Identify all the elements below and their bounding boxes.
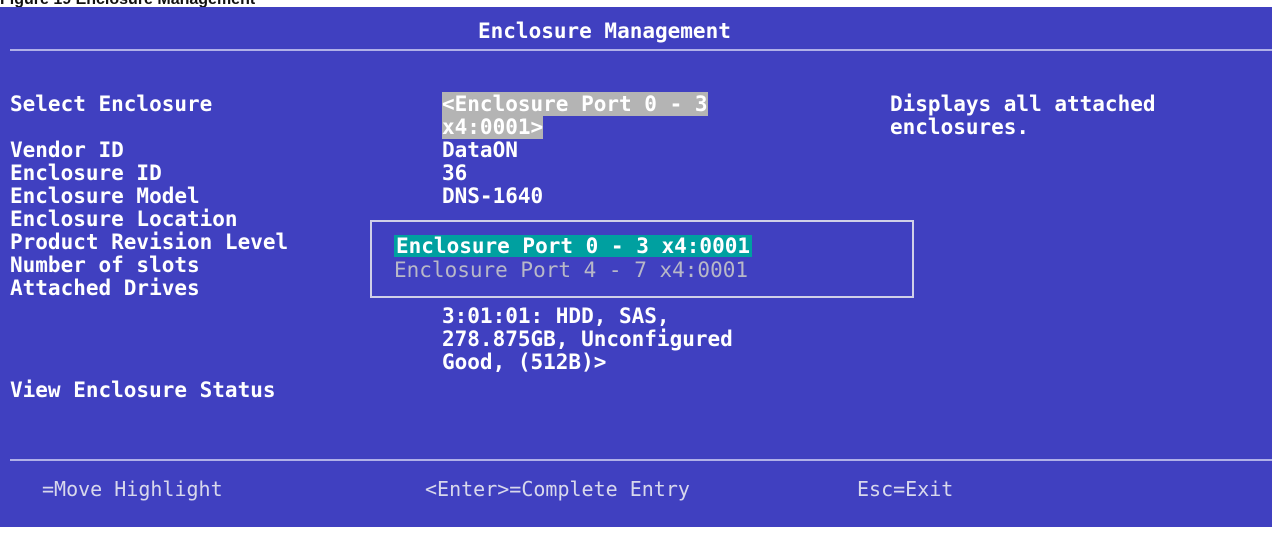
bios-screen: Enclosure Management Select Enclosure Ve… bbox=[0, 7, 1272, 527]
label-enclosure-location: Enclosure Location bbox=[10, 207, 238, 231]
popup-option-port-0-3[interactable]: Enclosure Port 0 - 3 x4:0001 bbox=[394, 235, 753, 257]
attached-drive-line1[interactable]: 3:01:01: HDD, SAS, bbox=[442, 305, 670, 327]
label-vendor-id: Vendor ID bbox=[10, 138, 124, 162]
vendor-id-value: DataON bbox=[442, 138, 518, 162]
footer-complete-entry: <Enter>=Complete Entry bbox=[425, 477, 690, 501]
popup-option-port-4-7[interactable]: Enclosure Port 4 - 7 x4:0001 bbox=[394, 259, 748, 281]
footer-exit: Esc=Exit bbox=[857, 477, 954, 501]
help-text-line1: Displays all attached bbox=[890, 92, 1156, 116]
bottom-divider bbox=[10, 459, 1272, 461]
attached-drive-line2[interactable]: 278.875GB, Unconfigured bbox=[442, 328, 733, 350]
label-enclosure-id: Enclosure ID bbox=[10, 161, 162, 185]
top-divider bbox=[10, 49, 1272, 51]
footer-move-highlight: =Move Highlight bbox=[42, 477, 223, 501]
label-number-of-slots: Number of slots bbox=[10, 253, 200, 277]
label-enclosure-model: Enclosure Model bbox=[10, 184, 200, 208]
label-select-enclosure[interactable]: Select Enclosure bbox=[10, 93, 212, 115]
enclosure-id-value: 36 bbox=[442, 161, 468, 185]
enclosure-model-value: DNS-1640 bbox=[442, 184, 544, 208]
label-attached-drives[interactable]: Attached Drives bbox=[10, 277, 200, 299]
help-text-line2: enclosures. bbox=[890, 115, 1030, 139]
attached-drive-line3[interactable]: Good, (512B)> bbox=[442, 351, 606, 373]
screen-title: Enclosure Management bbox=[478, 19, 731, 43]
select-enclosure-value-line1[interactable]: <Enclosure Port 0 - 3 bbox=[442, 92, 708, 116]
label-view-enclosure-status[interactable]: View Enclosure Status bbox=[10, 379, 276, 401]
label-product-revision-level: Product Revision Level bbox=[10, 230, 289, 254]
enclosure-selection-popup: Enclosure Port 0 - 3 x4:0001 Enclosure P… bbox=[370, 220, 914, 298]
select-enclosure-value-line2[interactable]: x4:0001> bbox=[442, 115, 544, 139]
